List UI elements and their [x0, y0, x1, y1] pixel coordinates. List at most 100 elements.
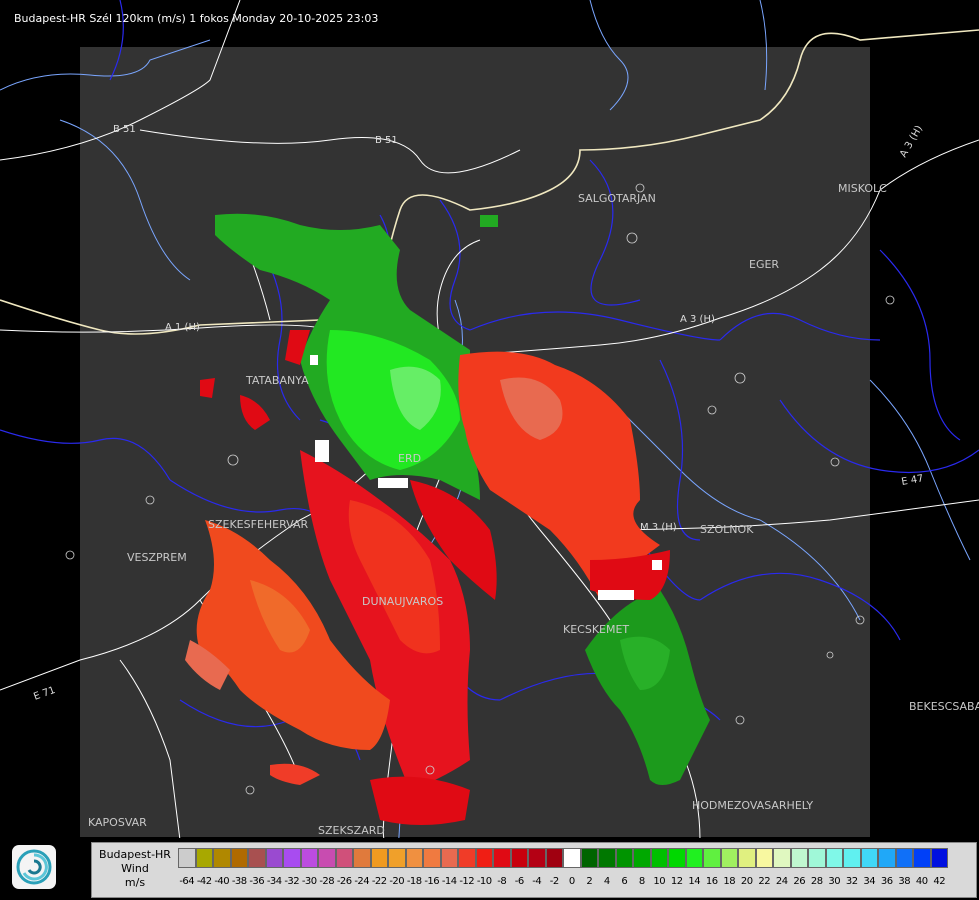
legend-swatch — [545, 848, 563, 868]
legend-swatch — [633, 848, 651, 868]
legend-swatch — [388, 848, 406, 868]
legend-swatch — [265, 848, 283, 868]
legend-tick-label: -26 — [336, 876, 352, 887]
legend-tick-label: -6 — [514, 876, 524, 887]
legend-tick-label: -40 — [214, 876, 230, 887]
legend-swatch — [475, 848, 493, 868]
legend-ticks: -64 -42 -40 -38 -36 -34 -32 -30 -28 -26 -24 -22 -20-… — [178, 876, 948, 890]
legend-unit: m/s — [124, 876, 146, 889]
legend-tick-label: 30 — [828, 876, 841, 887]
legend-swatches — [178, 848, 948, 869]
legend-swatch — [790, 848, 808, 868]
legend-tick-label: 0 — [568, 876, 575, 887]
legend-swatch — [930, 848, 948, 868]
legend-swatch — [808, 848, 826, 868]
city-label: DUNAUJVAROS — [362, 595, 443, 608]
legend-swatch — [440, 848, 458, 868]
legend-swatch — [650, 848, 668, 868]
city-label: VESZPREM — [127, 551, 187, 564]
legend-swatch — [353, 848, 371, 868]
legend-swatch — [405, 848, 423, 868]
legend-swatch — [860, 848, 878, 868]
legend-swatch — [423, 848, 441, 868]
legend-tick-label: 34 — [863, 876, 876, 887]
legend-source: Budapest-HR — [99, 848, 171, 861]
city-label: TATABANYA — [245, 374, 309, 387]
legend-tick-label: 2 — [586, 876, 593, 887]
legend-swatch — [563, 848, 581, 868]
legend-tick-label: -8 — [497, 876, 507, 887]
legend-swatch — [580, 848, 598, 868]
city-label: EGER — [749, 258, 779, 271]
city-label: MISKOLC — [838, 182, 887, 195]
legend-tick-label: -4 — [532, 876, 542, 887]
legend-tick-label: -64 — [179, 876, 195, 887]
road-label: M 3 (H) — [640, 522, 677, 533]
legend-swatch — [773, 848, 791, 868]
legend-swatch — [458, 848, 476, 868]
legend-swatch — [703, 848, 721, 868]
legend-swatch — [370, 848, 388, 868]
legend-swatch — [528, 848, 546, 868]
city-label: SALGOTARJAN — [578, 192, 656, 205]
legend-tick-label: 8 — [638, 876, 645, 887]
legend-tick-label: -24 — [354, 876, 370, 887]
legend-tick-label: 26 — [793, 876, 806, 887]
road-label: B 51 — [375, 135, 398, 146]
legend-tick-label: -36 — [249, 876, 265, 887]
legend-tick-label: 12 — [670, 876, 683, 887]
legend-tick-label: -14 — [441, 876, 457, 887]
omsz-logo — [12, 845, 56, 889]
legend-tick-label: 32 — [845, 876, 858, 887]
legend-tick-label: 20 — [740, 876, 753, 887]
city-label: ERD — [398, 452, 421, 465]
legend-swatch — [878, 848, 896, 868]
legend-tick-label: -34 — [266, 876, 282, 887]
legend-tick-label: 18 — [723, 876, 736, 887]
legend-swatch — [283, 848, 301, 868]
road-label: A 3 (H) — [680, 314, 715, 325]
radar-map: SALGOTARJAN MISKOLC EGER TATABANYA ERD S… — [0, 0, 979, 900]
legend-tick-label: 36 — [880, 876, 893, 887]
legend-swatch — [913, 848, 931, 868]
legend-swatch — [755, 848, 773, 868]
legend-tick-label: 38 — [898, 876, 911, 887]
legend-tick-label: -16 — [424, 876, 440, 887]
legend-swatch — [195, 848, 213, 868]
legend-swatch — [213, 848, 231, 868]
legend-tick-label: 40 — [915, 876, 928, 887]
legend-swatch — [843, 848, 861, 868]
city-label: KECSKEMET — [563, 623, 629, 636]
legend-swatch — [493, 848, 511, 868]
legend-tick-label: -38 — [231, 876, 247, 887]
legend-label: Budapest-HR Wind m/s — [92, 843, 178, 897]
legend-tick-label: 10 — [653, 876, 666, 887]
legend-tick-label: -30 — [301, 876, 317, 887]
legend-swatch — [825, 848, 843, 868]
legend-tick-label: -20 — [389, 876, 405, 887]
legend-tick-label: 14 — [688, 876, 701, 887]
legend-tick-label: 28 — [810, 876, 823, 887]
city-label: HODMEZOVASARHELY — [692, 799, 813, 812]
city-label: BEKESCSABA — [909, 700, 979, 713]
legend: Budapest-HR Wind m/s -64 -42 -40 -38 -36 -34-… — [91, 842, 977, 898]
legend-swatch — [510, 848, 528, 868]
city-label: SZOLNOK — [700, 523, 754, 536]
legend-tick-label: -12 — [459, 876, 475, 887]
legend-tick-label: -18 — [406, 876, 422, 887]
road-label: B 51 — [113, 124, 136, 135]
legend-swatch — [318, 848, 336, 868]
legend-tick-label: 22 — [758, 876, 771, 887]
legend-tick-label: 16 — [705, 876, 718, 887]
legend-tick-label: -22 — [371, 876, 387, 887]
city-label: KAPOSVAR — [88, 816, 147, 829]
legend-tick-label: -10 — [476, 876, 492, 887]
legend-swatch — [720, 848, 738, 868]
legend-tick-label: -42 — [196, 876, 212, 887]
legend-tick-label: 6 — [621, 876, 628, 887]
legend-tick-label: 42 — [933, 876, 946, 887]
legend-swatch — [248, 848, 266, 868]
legend-swatch — [598, 848, 616, 868]
map-title: Budapest-HR Szél 120km (m/s) 1 fokos Mon… — [14, 12, 379, 25]
legend-tick-label: -32 — [284, 876, 300, 887]
